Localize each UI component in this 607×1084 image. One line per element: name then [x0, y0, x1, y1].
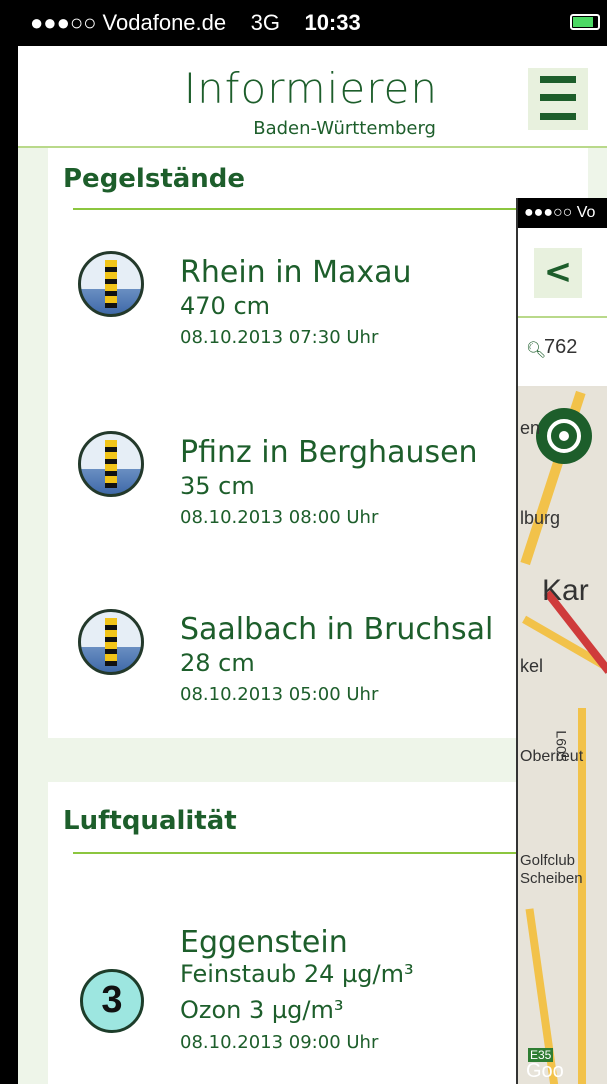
station-name: Eggenstein — [180, 925, 348, 960]
locate-me-button[interactable] — [536, 408, 592, 464]
divider — [73, 852, 533, 854]
map-screen-preview: ●●●○○ Vo < 🔍︎ 762 en lburg Kar kel Oberr… — [516, 198, 607, 1084]
gauge-icon — [78, 251, 144, 317]
map-view[interactable]: en lburg Kar kel Oberreut L605 Golfclub … — [518, 388, 607, 1084]
search-input[interactable]: 762 — [544, 336, 577, 359]
gauge-icon — [78, 609, 144, 675]
level-value: 470 cm — [180, 292, 271, 320]
timestamp: 08.10.2013 08:00 Uhr — [180, 507, 379, 528]
back-button[interactable]: < — [534, 248, 582, 298]
status-bar: ●●●○○ Vodafone.de 3G 10:33 — [18, 0, 607, 46]
map-status-bar: ●●●○○ Vo — [518, 198, 607, 228]
section-title-water-levels: Pegelstände — [63, 164, 246, 194]
battery-icon — [570, 14, 600, 30]
station-name: Saalbach in Bruchsal — [180, 612, 494, 647]
ozone-value: Ozon 3 µg/m³ — [180, 996, 344, 1024]
air-quality-index-badge: 3 — [80, 969, 144, 1033]
station-name: Pfinz in Berghausen — [180, 435, 478, 470]
timestamp: 08.10.2013 09:00 Uhr — [180, 1032, 379, 1053]
timestamp: 08.10.2013 05:00 Uhr — [180, 684, 379, 705]
level-value: 35 cm — [180, 472, 255, 500]
clock: 10:33 — [304, 10, 361, 35]
level-value: 28 cm — [180, 649, 255, 677]
map-search-bar[interactable]: 🔍︎ 762 — [518, 318, 607, 386]
carrier-label: ●●●○○ Vodafone.de — [30, 10, 227, 35]
timestamp: 08.10.2013 07:30 Uhr — [180, 327, 379, 348]
station-name: Rhein in Maxau — [180, 255, 412, 290]
app-header: Informieren Baden-Württemberg — [18, 46, 607, 148]
network-label: 3G — [250, 10, 280, 35]
divider — [73, 208, 533, 210]
hamburger-icon — [540, 76, 576, 83]
page-title: Informieren — [183, 64, 438, 113]
section-title-air-quality: Luftqualität — [63, 806, 237, 836]
map-nav-bar: < — [518, 228, 607, 318]
page-subtitle: Baden-Württemberg — [253, 118, 436, 139]
menu-button[interactable] — [528, 68, 588, 130]
gauge-icon — [78, 431, 144, 497]
particulate-value: Feinstaub 24 µg/m³ — [180, 960, 414, 988]
